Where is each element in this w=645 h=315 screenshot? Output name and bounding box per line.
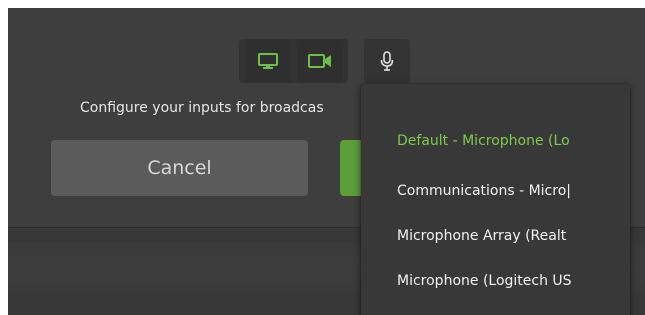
configure-inputs-text: Configure your inputs for broadcas <box>80 100 324 116</box>
video-source-toggle-group <box>239 39 348 83</box>
microphone-toggle[interactable] <box>364 39 410 83</box>
microphone-option-logitech[interactable]: Microphone (Logitech US <box>397 270 630 292</box>
cancel-button[interactable]: Cancel <box>51 140 308 196</box>
video-camera-icon <box>308 54 331 68</box>
microphone-dropdown-menu: Default - Microphone (Lo Communications … <box>361 84 630 315</box>
microphone-option-default[interactable]: Default - Microphone (Lo <box>397 130 630 152</box>
microphone-option-communications[interactable]: Communications - Micro| <box>397 180 630 202</box>
broadcast-config-dialog: Configure your inputs for broadcas Cance… <box>8 8 645 315</box>
camera-toggle[interactable] <box>297 39 343 83</box>
microphone-icon <box>380 51 394 71</box>
microphone-option-array[interactable]: Microphone Array (Realt <box>397 225 630 247</box>
screen-share-toggle[interactable] <box>245 39 291 83</box>
monitor-icon <box>258 53 278 69</box>
